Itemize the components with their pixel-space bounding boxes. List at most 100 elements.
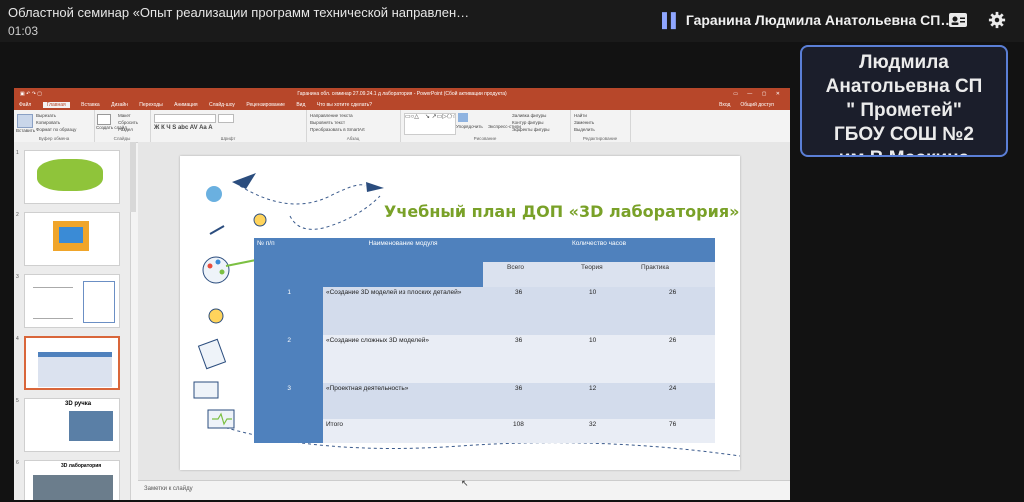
tab-view[interactable]: Вид [296, 102, 305, 108]
arrange-button[interactable]: Упорядочить [456, 124, 483, 129]
paragraph-group: Направление текста Выровнять текст Преоб… [306, 110, 401, 142]
clipboard-group-label: Буфер обмена [38, 136, 70, 141]
ribbon-tabs: Файл Главная Вставка Дизайн Переходы Ани… [14, 100, 790, 110]
format-painter-button[interactable]: Формат по образцу [36, 127, 76, 132]
paste-icon[interactable] [17, 114, 33, 128]
participant-name-line: им.В.Маскина [802, 147, 1006, 155]
font-size-select[interactable] [218, 114, 234, 123]
tab-review[interactable]: Рецензирование [246, 102, 285, 108]
thumb-title: 3D ручка [65, 401, 92, 407]
thumb-number: 4 [16, 336, 19, 342]
thumb-title: 3D лаборатория [61, 463, 102, 469]
slide-thumbnail-1[interactable] [24, 150, 120, 204]
row-1-theory: 10 [553, 287, 633, 335]
row-3-num: 3 [254, 383, 323, 419]
row-1-module: «Создание 3D моделей из плоских деталей» [323, 287, 483, 335]
slide-thumbnail-3[interactable] [24, 274, 120, 328]
row-3-total: 36 [483, 383, 553, 419]
editing-group: Найти Заменить Выделить Редактирование [570, 110, 631, 142]
ribbon: Вставить Вырезать Копировать Формат по о… [14, 110, 790, 143]
participant-name-line: ГБОУ СОШ №2 [834, 124, 974, 145]
align-text-button[interactable]: Выровнять текст [310, 120, 345, 125]
slide-thumbnails-pane: 1 2 3 4 5 3D ручка 6 3D лаборатория [14, 142, 131, 500]
row-1-num: 1 [254, 287, 323, 335]
window-title: Гаранина обл. семинар 27.09.24.1 д лабор… [297, 91, 507, 97]
tab-insert[interactable]: Вставка [81, 102, 100, 108]
tab-home[interactable]: Главная [42, 102, 70, 108]
shape-effects-button[interactable]: Эффекты фигуры [512, 127, 550, 132]
arrange-icon[interactable] [458, 113, 468, 122]
paste-button[interactable]: Вставить [16, 128, 35, 133]
header-hours: Количество часов [483, 238, 715, 262]
audio-level-icon: ▌▌ [662, 12, 681, 28]
row-1-total: 36 [483, 287, 553, 335]
thumb-number: 6 [16, 460, 19, 466]
shared-screen: ▣ ↶ ↷ ▢ Гаранина обл. семинар 27.09.24.1… [14, 88, 790, 500]
row-2-total: 36 [483, 335, 553, 383]
participant-tile[interactable]: Людмила Анатольевна СП " Прометей" ГБОУ … [800, 45, 1008, 157]
section-button[interactable]: Раздел [118, 127, 133, 132]
font-style-buttons[interactable]: Ж К Ч S abc AV Aa A [154, 125, 213, 131]
slide-thumbnail-2[interactable] [24, 212, 120, 266]
active-speaker[interactable]: ▌▌ Гаранина Людмила Анатольевна СП… [662, 12, 954, 28]
subheader-theory: Теория [553, 262, 633, 287]
total-row-num [254, 419, 323, 443]
powerpoint-titlebar: ▣ ↶ ↷ ▢ Гаранина обл. семинар 27.09.24.1… [14, 88, 790, 100]
slides-group: Создать слайд Макет Сбросить Раздел Слай… [94, 110, 151, 142]
share-button[interactable]: Общий доступ [740, 102, 774, 108]
tab-transitions[interactable]: Переходы [139, 102, 162, 108]
tab-file[interactable]: Файл [19, 102, 31, 108]
find-button[interactable]: Найти [574, 113, 587, 118]
reset-button[interactable]: Сбросить [118, 120, 138, 125]
thumb-number: 1 [16, 150, 19, 156]
copy-button[interactable]: Копировать [36, 120, 60, 125]
shape-outline-button[interactable]: Контур фигуры [512, 120, 543, 125]
tell-me-search[interactable]: Что вы хотите сделать? [317, 102, 372, 108]
sign-in-link[interactable]: Вход [719, 102, 730, 108]
smartart-button[interactable]: Преобразовать в SmartArt [310, 127, 365, 132]
meeting-header: Областной семинар «Опыт реализации прогр… [0, 0, 1024, 42]
tab-animation[interactable]: Анимация [174, 102, 197, 108]
window-controls[interactable]: ▭ — ▢ ✕ [733, 88, 784, 100]
thumb-number: 5 [16, 398, 19, 404]
row-2-module: «Создание сложных 3D моделей» [323, 335, 483, 383]
font-name-select[interactable] [154, 114, 216, 123]
slide-thumbnail-6[interactable]: 3D лаборатория [24, 460, 120, 500]
participant-name-line: " Прометей" [846, 100, 962, 121]
row-2-num: 2 [254, 335, 323, 383]
participants-icon[interactable] [948, 11, 968, 29]
row-2-practice: 26 [633, 335, 715, 383]
font-group: Ж К Ч S abc AV Aa A Шрифт [150, 110, 307, 142]
meeting-timer: 01:03 [8, 24, 39, 38]
thumbnails-scrollbar[interactable] [130, 142, 136, 212]
layout-button[interactable]: Макет [118, 113, 131, 118]
text-direction-button[interactable]: Направление текста [310, 113, 353, 118]
row-2-theory: 10 [553, 335, 633, 383]
shape-fill-button[interactable]: Заливка фигуры [512, 113, 546, 118]
row-1-practice: 26 [633, 287, 715, 335]
subheader-total: Всего [483, 262, 553, 287]
new-slide-icon[interactable] [97, 114, 111, 125]
drawing-group: ▭○△⌒↘ ↗▭▷⬠☆{ }↔⇨ Упорядочить Экспресс-ст… [400, 110, 571, 142]
editing-group-label: Редактирование [582, 136, 618, 141]
participant-name-line: Анатольевна СП [825, 76, 983, 97]
total-row-total: 108 [483, 419, 553, 443]
slide-thumbnail-4-selected[interactable] [24, 336, 120, 390]
settings-gear-icon[interactable] [987, 11, 1007, 29]
clipboard-group: Вставить Вырезать Копировать Формат по о… [14, 110, 95, 142]
meeting-title: Областной семинар «Опыт реализации прогр… [8, 5, 470, 20]
replace-button[interactable]: Заменить [574, 120, 594, 125]
slide-editor-canvas: Учебный план ДОП «3D лаборатория» № п/п … [138, 142, 790, 484]
slide-thumbnail-5[interactable]: 3D ручка [24, 398, 120, 452]
header-num: № п/п [254, 238, 323, 287]
mouse-cursor-icon: ↖ [461, 478, 469, 488]
shapes-gallery[interactable]: ▭○△⌒↘ ↗▭▷⬠☆{ }↔⇨ [404, 113, 456, 135]
row-3-practice: 24 [633, 383, 715, 419]
tab-design[interactable]: Дизайн [111, 102, 128, 108]
select-button[interactable]: Выделить [574, 127, 595, 132]
current-slide[interactable]: Учебный план ДОП «3D лаборатория» № п/п … [180, 156, 740, 470]
cut-button[interactable]: Вырезать [36, 113, 56, 118]
tab-slideshow[interactable]: Слайд-шоу [209, 102, 235, 108]
slide-title: Учебный план ДОП «3D лаборатория» [384, 202, 740, 221]
row-3-module: «Проектная деятельность» [323, 383, 483, 419]
